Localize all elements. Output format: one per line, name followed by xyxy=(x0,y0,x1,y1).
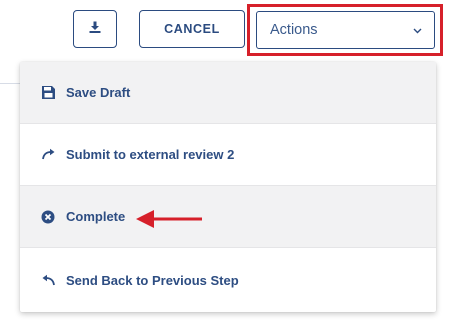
menu-item-label: Submit to external review 2 xyxy=(66,147,235,162)
redo-arrow-icon xyxy=(40,147,56,163)
download-icon xyxy=(88,20,102,39)
save-icon xyxy=(40,85,56,101)
actions-dropdown[interactable]: Actions xyxy=(256,11,435,49)
actions-label: Actions xyxy=(270,22,318,38)
annotation-arrow-icon xyxy=(136,210,202,228)
menu-item-send-back[interactable]: Send Back to Previous Step xyxy=(20,248,436,312)
menu-item-complete[interactable]: Complete xyxy=(20,186,436,248)
menu-item-label: Save Draft xyxy=(66,85,131,100)
undo-arrow-icon xyxy=(40,272,56,288)
actions-menu: Save Draft Submit to external review 2 C… xyxy=(20,62,436,312)
menu-item-save-draft[interactable]: Save Draft xyxy=(20,62,436,124)
header-divider xyxy=(0,83,20,84)
menu-item-label: Send Back to Previous Step xyxy=(66,272,239,288)
download-button[interactable] xyxy=(73,10,117,48)
menu-item-label: Complete xyxy=(66,209,126,224)
cancel-button[interactable]: CANCEL xyxy=(139,10,245,48)
chevron-down-icon xyxy=(413,21,422,39)
menu-item-submit-external-review[interactable]: Submit to external review 2 xyxy=(20,124,436,186)
x-circle-icon xyxy=(40,209,56,225)
